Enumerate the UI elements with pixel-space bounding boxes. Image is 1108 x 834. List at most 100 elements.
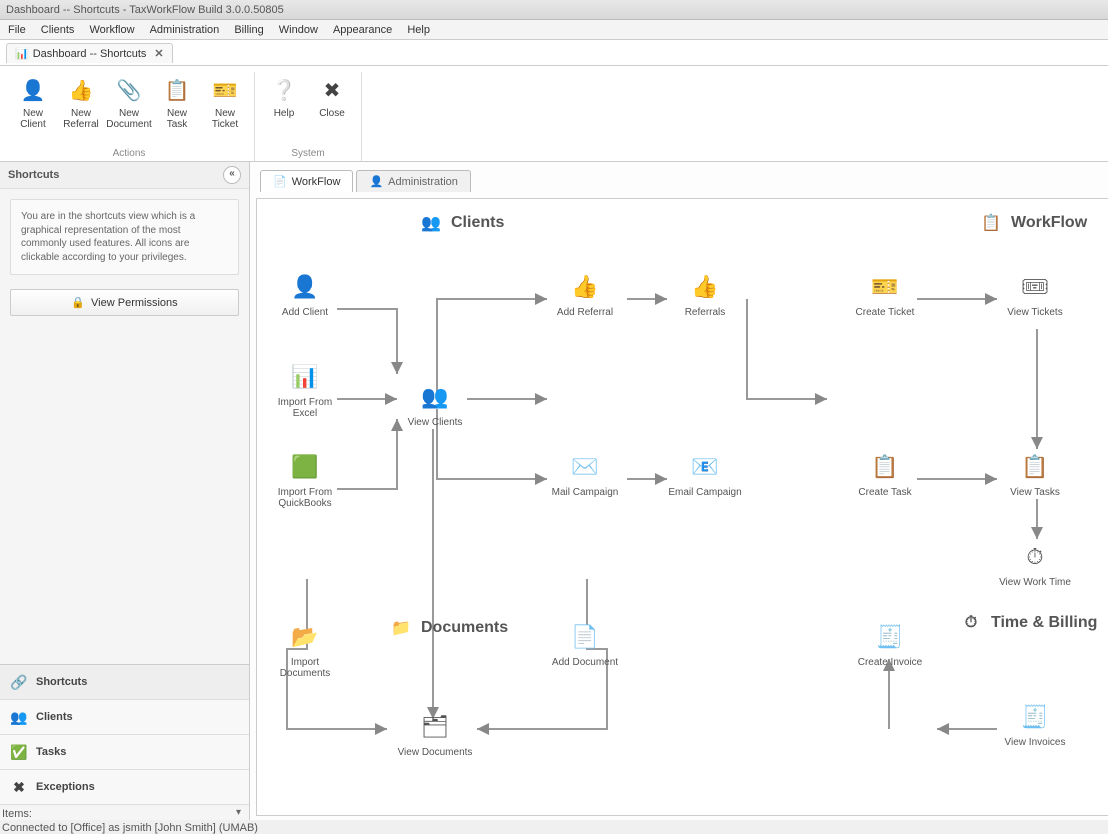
documents-section-icon: 📁 bbox=[387, 614, 415, 642]
menu-appearance[interactable]: Appearance bbox=[327, 24, 398, 36]
menu-workflow[interactable]: Workflow bbox=[83, 24, 140, 36]
node-add-client[interactable]: 👤Add Client bbox=[267, 269, 343, 318]
node-referrals[interactable]: 👍Referrals bbox=[667, 269, 743, 318]
inner-tabs: 📄WorkFlow 👤Administration bbox=[250, 162, 1108, 192]
view-permissions-button[interactable]: 🔒 View Permissions bbox=[10, 289, 239, 316]
new-referral-button[interactable]: 👍New Referral bbox=[58, 72, 104, 132]
document-tab-shortcuts[interactable]: 📊 Dashboard -- Shortcuts ✕ bbox=[6, 43, 173, 63]
referrals-icon: 👍 bbox=[687, 269, 723, 305]
node-view-tickets[interactable]: 🎟View Tickets bbox=[997, 269, 1073, 318]
sidebar-item-shortcuts[interactable]: 🔗Shortcuts bbox=[0, 665, 249, 700]
node-email-campaign[interactable]: 📧Email Campaign bbox=[667, 449, 743, 498]
menu-administration[interactable]: Administration bbox=[144, 24, 226, 36]
title-bar: Dashboard -- Shortcuts - TaxWorkFlow Bui… bbox=[0, 0, 1108, 20]
sidebar-item-exceptions[interactable]: ✖Exceptions bbox=[0, 770, 249, 805]
clients-icon: 👥 bbox=[10, 708, 28, 726]
add-client-icon: 👤 bbox=[287, 269, 323, 305]
ribbon: 👤New Client 👍New Referral 📎New Document … bbox=[0, 66, 1108, 162]
new-ticket-button[interactable]: 🎫New Ticket bbox=[202, 72, 248, 132]
node-create-task[interactable]: 📋Create Task bbox=[847, 449, 923, 498]
tab-icon: 📊 bbox=[15, 47, 29, 60]
new-task-button[interactable]: 📋New Task bbox=[154, 72, 200, 132]
node-view-tasks[interactable]: 📋View Tasks bbox=[997, 449, 1073, 498]
clients-section-icon: 👥 bbox=[417, 209, 445, 237]
menu-window[interactable]: Window bbox=[273, 24, 324, 36]
help-icon: ❔ bbox=[268, 74, 300, 106]
sidebar-nav: 🔗Shortcuts 👥Clients ✅Tasks ✖Exceptions ▾ bbox=[0, 664, 249, 820]
document-tab-bar: 📊 Dashboard -- Shortcuts ✕ bbox=[0, 40, 1108, 66]
status-items: Items: bbox=[2, 808, 32, 820]
collapse-button[interactable]: « bbox=[223, 166, 241, 184]
group-label-system: System bbox=[291, 148, 324, 159]
new-client-button[interactable]: 👤New Client bbox=[10, 72, 56, 132]
sidebar-more-icon[interactable]: ▾ bbox=[0, 805, 249, 820]
section-documents: 📁Documents bbox=[387, 614, 508, 642]
email-icon: 📧 bbox=[687, 449, 723, 485]
sidebar-header: Shortcuts « bbox=[0, 162, 249, 189]
add-referral-icon: 👍 bbox=[567, 269, 603, 305]
person-add-icon: 👤 bbox=[17, 74, 49, 106]
main-area: 📄WorkFlow 👤Administration bbox=[250, 162, 1108, 820]
quickbooks-icon: 🟩 bbox=[287, 449, 323, 485]
create-ticket-icon: 🎫 bbox=[867, 269, 903, 305]
sidebar-item-clients[interactable]: 👥Clients bbox=[0, 700, 249, 735]
menu-clients[interactable]: Clients bbox=[35, 24, 81, 36]
node-view-documents[interactable]: 🗂View Documents bbox=[397, 709, 473, 758]
admin-tab-icon: 👤 bbox=[369, 175, 383, 188]
node-add-referral[interactable]: 👍Add Referral bbox=[547, 269, 623, 318]
clock-icon: ⏱ bbox=[1017, 539, 1053, 575]
view-invoices-icon: 🧾 bbox=[1017, 699, 1053, 735]
node-create-invoice[interactable]: 🧾Create Invoice bbox=[852, 619, 928, 668]
import-documents-icon: 📂 bbox=[287, 619, 323, 655]
node-view-clients[interactable]: 👥View Clients bbox=[397, 379, 473, 428]
ribbon-group-system: ❔Help ✖Close System bbox=[255, 72, 362, 161]
clock-section-icon: ⏱ bbox=[957, 609, 985, 637]
node-import-documents[interactable]: 📂Import Documents bbox=[267, 619, 343, 679]
create-invoice-icon: 🧾 bbox=[872, 619, 908, 655]
node-mail-campaign[interactable]: ✉️Mail Campaign bbox=[547, 449, 623, 498]
sidebar-item-tasks[interactable]: ✅Tasks bbox=[0, 735, 249, 770]
sidebar: Shortcuts « You are in the shortcuts vie… bbox=[0, 162, 250, 820]
node-view-invoices[interactable]: 🧾View Invoices bbox=[997, 699, 1073, 748]
close-button[interactable]: ✖Close bbox=[309, 72, 355, 121]
shortcuts-icon: 🔗 bbox=[10, 673, 28, 691]
tab-label: Dashboard -- Shortcuts bbox=[33, 48, 147, 60]
mail-icon: ✉️ bbox=[567, 449, 603, 485]
node-view-work-time[interactable]: ⏱View Work Time bbox=[997, 539, 1073, 588]
new-document-button[interactable]: 📎New Document bbox=[106, 72, 152, 132]
node-create-ticket[interactable]: 🎫Create Ticket bbox=[847, 269, 923, 318]
workflow-canvas: 👥Clients 📋WorkFlow 📁Documents ⏱Time & Bi… bbox=[256, 198, 1108, 816]
sidebar-description: You are in the shortcuts view which is a… bbox=[10, 199, 239, 275]
paperclip-icon: 📎 bbox=[113, 74, 145, 106]
help-button[interactable]: ❔Help bbox=[261, 72, 307, 121]
tasks-icon: ✅ bbox=[10, 743, 28, 761]
create-task-icon: 📋 bbox=[867, 449, 903, 485]
section-clients: 👥Clients bbox=[417, 209, 504, 237]
node-import-excel[interactable]: 📊Import From Excel bbox=[267, 359, 343, 419]
tab-administration[interactable]: 👤Administration bbox=[356, 170, 470, 192]
view-tickets-icon: 🎟 bbox=[1017, 269, 1053, 305]
ticket-icon: 🎫 bbox=[209, 74, 241, 106]
section-timebilling: ⏱Time & Billing bbox=[957, 609, 1097, 637]
close-icon[interactable]: ✕ bbox=[154, 47, 163, 60]
node-add-document[interactable]: 📄Add Document bbox=[547, 619, 623, 668]
menu-file[interactable]: File bbox=[2, 24, 32, 36]
ribbon-group-actions: 👤New Client 👍New Referral 📎New Document … bbox=[4, 72, 255, 161]
excel-icon: 📊 bbox=[287, 359, 323, 395]
task-icon: 📋 bbox=[161, 74, 193, 106]
view-tasks-icon: 📋 bbox=[1017, 449, 1053, 485]
close-box-icon: ✖ bbox=[316, 74, 348, 106]
view-documents-icon: 🗂 bbox=[417, 709, 453, 745]
node-import-quickbooks[interactable]: 🟩Import From QuickBooks bbox=[267, 449, 343, 509]
menu-help[interactable]: Help bbox=[401, 24, 436, 36]
workflow-section-icon: 📋 bbox=[977, 209, 1005, 237]
section-workflow: 📋WorkFlow bbox=[977, 209, 1087, 237]
menu-billing[interactable]: Billing bbox=[228, 24, 269, 36]
view-clients-icon: 👥 bbox=[417, 379, 453, 415]
thumbs-up-icon: 👍 bbox=[65, 74, 97, 106]
sidebar-title: Shortcuts bbox=[8, 169, 59, 181]
menu-bar: File Clients Workflow Administration Bil… bbox=[0, 20, 1108, 40]
exceptions-icon: ✖ bbox=[10, 778, 28, 796]
workflow-tab-icon: 📄 bbox=[273, 175, 287, 188]
tab-workflow[interactable]: 📄WorkFlow bbox=[260, 170, 353, 192]
